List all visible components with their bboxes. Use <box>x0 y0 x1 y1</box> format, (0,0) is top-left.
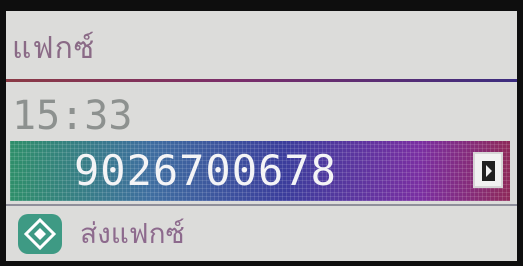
fax-number-field[interactable]: 9026700678 <box>10 141 510 201</box>
clock-time: 15:33 <box>12 93 133 139</box>
send-fax-label: ส่งแฟกซ์ <box>80 217 185 250</box>
diamond-glyph <box>24 218 56 250</box>
fax-number-value: 9026700678 <box>74 146 337 195</box>
device-bezel: แฟกซ์ 15:33 9026700678 ส่งแฟกซ์ <box>0 0 523 266</box>
screen-title: แฟกซ์ <box>12 31 96 66</box>
title-divider <box>6 79 517 82</box>
arrow-right-glyph <box>482 161 495 181</box>
arrow-right-box-icon[interactable] <box>473 152 503 188</box>
diamond-start-icon[interactable] <box>18 214 62 254</box>
lcd-screen: แฟกซ์ 15:33 9026700678 ส่งแฟกซ์ <box>6 11 517 261</box>
send-fax-row[interactable]: ส่งแฟกซ์ <box>10 209 510 259</box>
row-divider <box>6 204 517 206</box>
